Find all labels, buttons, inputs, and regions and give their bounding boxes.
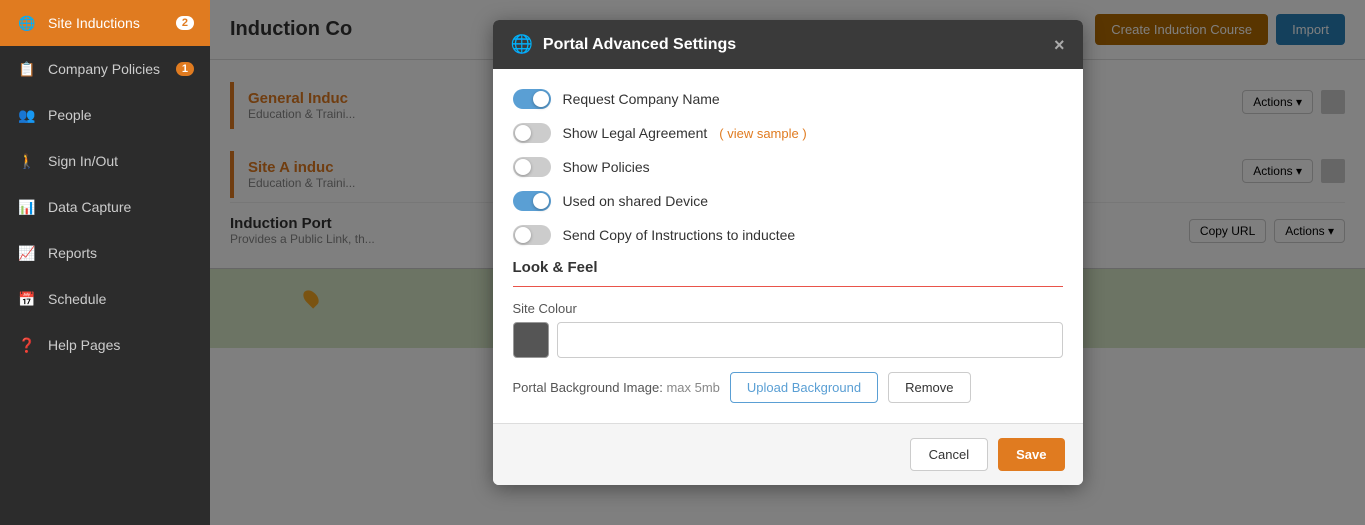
toggle-send-copy[interactable] <box>513 225 551 245</box>
modal-overlay: 🌐 Portal Advanced Settings × Request Com… <box>210 0 1365 525</box>
toggle-knob-show-legal-agreement <box>515 125 531 141</box>
toggle-label-show-policies: Show Policies <box>563 159 650 175</box>
sidebar-badge-site-inductions: 2 <box>176 16 194 30</box>
toggle-knob-show-policies <box>515 159 531 175</box>
sidebar-label-data-capture: Data Capture <box>48 199 194 215</box>
view-sample-link[interactable]: ( view sample ) <box>719 126 806 141</box>
sidebar-item-help-pages[interactable]: ❓ Help Pages <box>0 322 210 368</box>
bg-image-row: Portal Background Image: max 5mb Upload … <box>513 372 1063 403</box>
sidebar-badge-company-policies: 1 <box>176 62 194 76</box>
colour-row <box>513 322 1063 358</box>
main-content: Induction Co Create Induction Course Imp… <box>210 0 1365 525</box>
save-button[interactable]: Save <box>998 438 1064 471</box>
help-icon: ❓ <box>16 334 38 356</box>
modal-header-left: 🌐 Portal Advanced Settings <box>511 34 737 55</box>
toggle-show-policies[interactable] <box>513 157 551 177</box>
sidebar-label-schedule: Schedule <box>48 291 194 307</box>
toggle-knob-request-company-name <box>533 91 549 107</box>
cancel-button[interactable]: Cancel <box>910 438 988 471</box>
sidebar-label-site-inductions: Site Inductions <box>48 15 166 31</box>
toggle-label-send-copy: Send Copy of Instructions to inductee <box>563 227 796 243</box>
sidebar-item-site-inductions[interactable]: 🌐 Site Inductions 2 <box>0 0 210 46</box>
bg-image-max: max 5mb <box>666 380 719 395</box>
colour-swatch[interactable] <box>513 322 549 358</box>
bg-image-label: Portal Background Image: max 5mb <box>513 380 720 395</box>
capture-icon: 📊 <box>16 196 38 218</box>
toggle-label-request-company-name: Request Company Name <box>563 91 720 107</box>
sidebar-label-reports: Reports <box>48 245 194 261</box>
toggle-row-show-legal-agreement: Show Legal Agreement ( view sample ) <box>513 123 1063 143</box>
sidebar-item-schedule[interactable]: 📅 Schedule <box>0 276 210 322</box>
toggle-row-request-company-name: Request Company Name <box>513 89 1063 109</box>
toggle-knob-shared-device <box>533 193 549 209</box>
toggle-knob-send-copy <box>515 227 531 243</box>
sidebar-item-company-policies[interactable]: 📋 Company Policies 1 <box>0 46 210 92</box>
induction-icon: 🌐 <box>16 12 38 34</box>
upload-background-button[interactable]: Upload Background <box>730 372 878 403</box>
look-feel-title: Look & Feel <box>513 259 1063 276</box>
modal-body: Request Company Name Show Legal Agreemen… <box>493 69 1083 423</box>
toggle-row-shared-device: Used on shared Device <box>513 191 1063 211</box>
sidebar-label-company-policies: Company Policies <box>48 61 166 77</box>
sidebar-label-people: People <box>48 107 194 123</box>
site-colour-label: Site Colour <box>513 301 1063 316</box>
toggle-label-shared-device: Used on shared Device <box>563 193 709 209</box>
colour-input[interactable] <box>557 322 1063 358</box>
sidebar-item-sign-in-out[interactable]: 🚶 Sign In/Out <box>0 138 210 184</box>
modal-title: Portal Advanced Settings <box>543 36 736 54</box>
remove-background-button[interactable]: Remove <box>888 372 970 403</box>
policies-icon: 📋 <box>16 58 38 80</box>
sidebar-item-reports[interactable]: 📈 Reports <box>0 230 210 276</box>
look-feel-section: Look & Feel Site Colour Portal Backgroun… <box>513 259 1063 403</box>
sidebar-label-help-pages: Help Pages <box>48 337 194 353</box>
modal-portal-advanced: 🌐 Portal Advanced Settings × Request Com… <box>493 20 1083 485</box>
section-separator <box>513 286 1063 287</box>
sidebar-item-people[interactable]: 👥 People <box>0 92 210 138</box>
globe-icon: 🌐 <box>511 34 533 55</box>
reports-icon: 📈 <box>16 242 38 264</box>
toggle-row-show-policies: Show Policies <box>513 157 1063 177</box>
toggle-label-show-legal-agreement: Show Legal Agreement <box>563 125 708 141</box>
toggle-request-company-name[interactable] <box>513 89 551 109</box>
schedule-icon: 📅 <box>16 288 38 310</box>
sidebar-item-data-capture[interactable]: 📊 Data Capture <box>0 184 210 230</box>
people-icon: 👥 <box>16 104 38 126</box>
toggle-show-legal-agreement[interactable] <box>513 123 551 143</box>
sidebar: 🌐 Site Inductions 2 📋 Company Policies 1… <box>0 0 210 525</box>
sidebar-label-sign-in-out: Sign In/Out <box>48 153 194 169</box>
modal-header: 🌐 Portal Advanced Settings × <box>493 20 1083 69</box>
modal-footer: Cancel Save <box>493 423 1083 485</box>
close-icon[interactable]: × <box>1054 36 1065 54</box>
signin-icon: 🚶 <box>16 150 38 172</box>
toggle-shared-device[interactable] <box>513 191 551 211</box>
toggle-row-send-copy: Send Copy of Instructions to inductee <box>513 225 1063 245</box>
